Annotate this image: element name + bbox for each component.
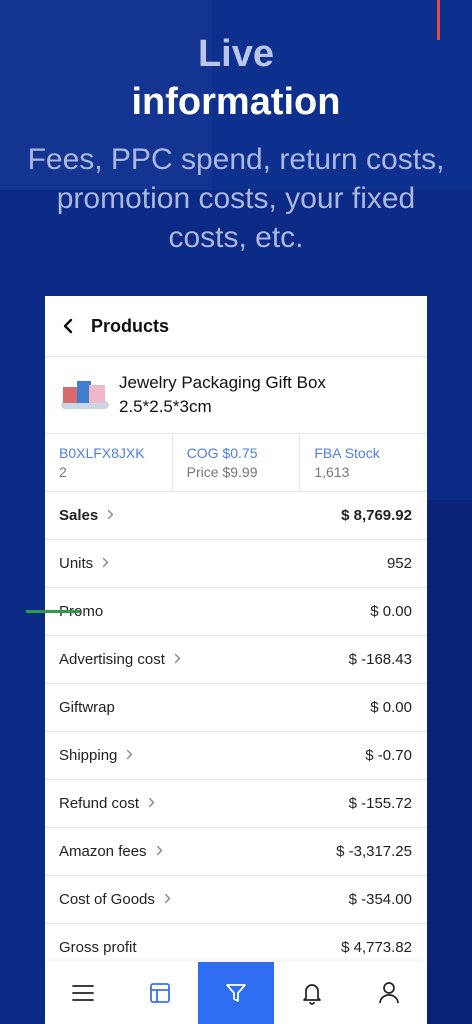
metric-label-group: Cost of Goods xyxy=(59,891,171,908)
chevron-right-icon xyxy=(156,844,163,859)
product-name: Jewelry Packaging Gift Box 2.5*2.5*3cm xyxy=(119,373,326,416)
chevron-right-icon xyxy=(126,748,133,763)
metrics-list: Sales $ 8,769.92 Units 952 Promo $ 0.00 Advert… xyxy=(45,492,427,972)
metric-label: Units xyxy=(59,555,94,572)
asin-sub: 2 xyxy=(59,464,67,480)
menu-icon xyxy=(72,985,95,1001)
hero: Live information Fees, PPC spend, return… xyxy=(0,30,472,257)
fba-cell[interactable]: FBA Stock 1,613 xyxy=(300,434,427,491)
chevron-right-icon xyxy=(102,556,109,571)
product-summary[interactable]: Jewelry Packaging Gift Box 2.5*2.5*3cm xyxy=(45,357,427,434)
cog-value: COG $0.75 xyxy=(186,445,258,461)
metric-row-advertising-cost[interactable]: Advertising cost $ -168.43 xyxy=(45,636,427,684)
user-icon xyxy=(378,982,399,1004)
chevron-right-icon xyxy=(148,796,155,811)
cog-cell[interactable]: COG $0.75 Price $9.99 xyxy=(173,434,301,491)
price-value: Price $9.99 xyxy=(186,464,258,480)
metric-value: $ -155.72 xyxy=(348,795,412,812)
hero-title-line2: information xyxy=(131,81,341,123)
metric-label: Advertising cost xyxy=(59,651,165,668)
hero-subtitle: Fees, PPC spend, return costs, promotion… xyxy=(27,143,445,254)
metric-row-refund-cost[interactable]: Refund cost $ -155.72 xyxy=(45,780,427,828)
metric-label: Refund cost xyxy=(59,795,140,812)
metric-row-units[interactable]: Units 952 xyxy=(45,540,427,588)
nav-notifications-button[interactable] xyxy=(274,962,350,1024)
metric-label-group: Giftwrap xyxy=(59,699,115,716)
metric-value: $ -354.00 xyxy=(348,891,412,908)
metric-value: $ -3,317.25 xyxy=(336,843,412,860)
metric-label: Amazon fees xyxy=(59,843,147,860)
metric-value: $ 8,769.92 xyxy=(341,507,412,524)
metric-label: Sales xyxy=(59,507,99,524)
product-info-bar: B0XLFX8JXK 2 COG $0.75 Price $9.99 FBA S… xyxy=(45,434,427,492)
page-title: Products xyxy=(91,315,170,336)
fba-label: FBA Stock xyxy=(314,445,380,461)
products-card: Products Jewelry Packaging Gift Box 2.5*… xyxy=(45,296,427,1024)
metric-row-cost-of-goods[interactable]: Cost of Goods $ -354.00 xyxy=(45,876,427,924)
metric-label-group: Refund cost xyxy=(59,795,155,812)
green-marker xyxy=(26,610,80,613)
product-thumbnail xyxy=(59,375,117,415)
metric-label-group: Advertising cost xyxy=(59,651,181,668)
asin-value: B0XLFX8JXK xyxy=(59,445,145,461)
hero-title-line1: Live xyxy=(197,33,275,75)
metric-label-group: Shipping xyxy=(59,747,133,764)
metric-row-sales[interactable]: Sales $ 8,769.92 xyxy=(45,492,427,540)
background-panel-edge xyxy=(427,500,472,1024)
chevron-right-icon xyxy=(164,892,171,907)
metric-row-promo: Promo $ 0.00 xyxy=(45,588,427,636)
fba-value: 1,613 xyxy=(314,464,350,480)
asin-cell[interactable]: B0XLFX8JXK 2 xyxy=(45,434,173,491)
chevron-left-icon[interactable] xyxy=(45,318,91,334)
metric-row-shipping[interactable]: Shipping $ -0.70 xyxy=(45,732,427,780)
metric-value: $ -168.43 xyxy=(348,651,412,668)
nav-profile-button[interactable] xyxy=(351,962,427,1024)
metric-label: Giftwrap xyxy=(59,699,115,716)
metric-label-group: Amazon fees xyxy=(59,843,163,860)
filter-icon xyxy=(226,984,246,1002)
bell-icon xyxy=(303,984,322,1005)
metric-label: Cost of Goods xyxy=(59,891,155,908)
metric-value: $ 4,773.82 xyxy=(341,939,412,956)
chevron-right-icon xyxy=(107,508,114,523)
card-header: Products xyxy=(45,296,427,357)
nav-filter-button[interactable] xyxy=(197,962,275,1024)
bottom-nav xyxy=(45,962,427,1024)
dashboard-icon xyxy=(149,983,170,1003)
nav-menu-button[interactable] xyxy=(45,962,121,1024)
metric-row-amazon-fees[interactable]: Amazon fees $ -3,317.25 xyxy=(45,828,427,876)
nav-dashboard-button[interactable] xyxy=(121,962,197,1024)
metric-label-group: Gross profit xyxy=(59,939,137,956)
metric-value: $ -0.70 xyxy=(365,747,412,764)
metric-value: 952 xyxy=(386,555,412,572)
metric-value: $ 0.00 xyxy=(370,603,412,620)
chevron-right-icon xyxy=(174,652,181,667)
metric-value: $ 0.00 xyxy=(370,699,412,716)
metric-label-group: Sales xyxy=(59,507,114,524)
metric-row-giftwrap: Giftwrap $ 0.00 xyxy=(45,684,427,732)
metric-label: Shipping xyxy=(59,747,118,764)
metric-label-group: Units xyxy=(59,555,109,572)
metric-label: Gross profit xyxy=(59,939,137,956)
